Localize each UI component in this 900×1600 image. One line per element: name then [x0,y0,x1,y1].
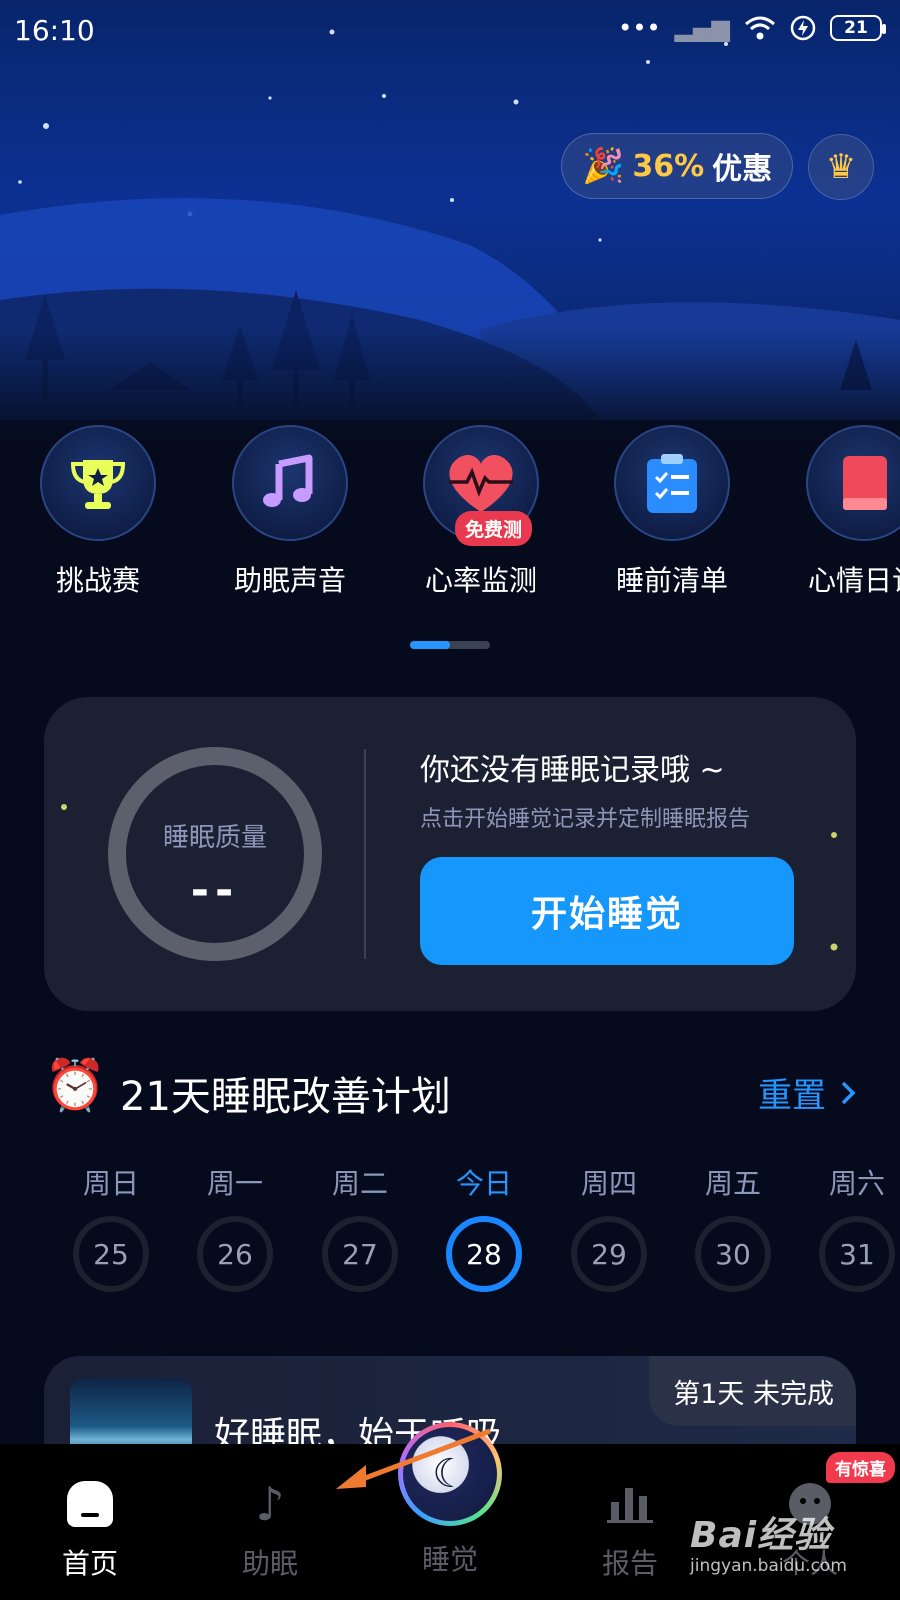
day-date-circle: 31 [819,1216,895,1292]
shortcut-label: 心情日记 [807,564,900,597]
hero-fade [0,330,900,440]
promo-percent: 36% [632,148,705,184]
alarm-clock-icon: ⏰ [44,1056,107,1114]
reset-label: 重置 [758,1076,826,1116]
surprise-badge: 有惊喜 [826,1452,895,1483]
day-date-circle: 30 [695,1216,771,1292]
status-time: 16:10 [14,14,95,47]
watermark-logo: Bai经验 [690,1515,832,1556]
day-item[interactable]: 周六 31 [807,1162,900,1292]
sleep-plan-header: ⏰ 21天睡眠改善计划 重置 [44,1052,856,1122]
nav-report[interactable]: 报告 [560,1474,700,1582]
more-dots-icon: ••• [618,14,661,42]
nav-label: 首页 [61,1547,118,1580]
shortcut-heart-rate[interactable]: 免费测 心率监测 [391,425,571,599]
day-name: 周二 [331,1167,388,1200]
nav-label: 报告 [601,1547,658,1580]
shortcut-label: 助眠声音 [233,564,346,597]
day-name: 周日 [82,1167,139,1200]
checklist-icon [647,454,697,513]
day-item[interactable]: 周五 30 [683,1162,783,1292]
sleep-quality-label: 睡眠质量 [162,823,267,853]
shortcut-icon-circle [614,425,730,541]
nav-label: 睡觉 [421,1543,478,1576]
shortcut-label: 挑战赛 [55,564,140,597]
sleep-quality-ring: 睡眠质量 -- [108,747,322,961]
free-test-badge: 免费测 [455,511,533,546]
home-icon [20,1474,160,1534]
wifi-icon [745,16,775,40]
page-indicator-active [410,641,450,649]
battery-indicator: 21 [830,15,886,41]
day-name: 周一 [206,1167,263,1200]
shortcut-sleep-sounds[interactable]: 助眠声音 [200,425,380,599]
trophy-icon [70,460,126,509]
shortcut-label: 睡前清单 [615,564,728,597]
charging-icon [790,15,816,41]
chevron-right-icon [841,1081,856,1104]
music-note-icon [263,454,313,507]
day-name: 今日 [455,1167,512,1200]
status-icons: ••• ▂▄▆ 21 [618,14,886,42]
app-screen: 16:10 ••• ▂▄▆ 21 🎉 36% 优惠 ♛ 挑战赛 助眠声音 免费测… [0,0,900,1600]
plan-title: 21天睡眠改善计划 [120,1074,451,1120]
day-date-circle: 26 [197,1216,273,1292]
bar-chart-icon [560,1474,700,1534]
shortcut-icon-circle [40,425,156,541]
orange-arrow-annotation [336,1428,491,1489]
lesson-status-badge: 第1天 未完成 [649,1356,856,1426]
reset-plan-link[interactable]: 重置 [758,1068,856,1117]
promo-discount-button[interactable]: 🎉 36% 优惠 [561,133,793,199]
promo-label: 优惠 [712,152,773,187]
hero-night-scene [0,0,900,440]
shortcut-icon-circle [806,425,900,541]
day-item[interactable]: 周一 26 [185,1162,285,1292]
no-record-subtitle: 点击开始睡觉记录并定制睡眠报告 [420,807,751,832]
shortcut-bedtime-checklist[interactable]: 睡前清单 [582,425,762,599]
shortcut-page-indicator [410,641,490,649]
signal-icon: ▂▄▆ [674,14,730,42]
shortcut-row: 挑战赛 助眠声音 免费测 心率监测 睡前清单 心情日 [0,425,900,605]
card-divider [364,749,366,959]
day-item[interactable]: 周二 27 [310,1162,410,1292]
baidu-jingyan-watermark: Bai经验 jingyan.baidu.com [690,1506,890,1576]
plan-day-strip: 周日 25 周一 26 周二 27 今日 28 周四 29 周五 30 周六 3… [40,1162,895,1292]
start-sleep-button[interactable]: 开始睡觉 [420,857,794,965]
nav-label: 助眠 [241,1547,298,1580]
party-popper-icon: 🎉 [582,146,625,186]
sleep-summary-card: 睡眠质量 -- 你还没有睡眠记录哦 ~ 点击开始睡觉记录并定制睡眠报告 开始睡觉 [44,697,856,1011]
day-date-circle: 25 [73,1216,149,1292]
status-bar: 16:10 ••• ▂▄▆ 21 [0,0,900,60]
music-note-icon: ♪ [255,1477,285,1531]
day-name: 周四 [580,1167,637,1200]
day-date-circle: 29 [571,1216,647,1292]
crown-icon: ♛ [825,147,857,187]
day-item[interactable]: 周四 29 [559,1162,659,1292]
diary-book-icon [843,456,887,510]
day-item[interactable]: 周日 25 [61,1162,161,1292]
day-date-circle: 28 [446,1216,522,1292]
watermark-url: jingyan.baidu.com [690,1556,847,1576]
shortcut-label: 心率监测 [424,564,537,597]
heart-rate-icon [449,454,513,512]
shortcut-challenge[interactable]: 挑战赛 [8,425,188,599]
shortcut-icon-circle: 免费测 [423,425,539,546]
day-name: 周六 [828,1167,885,1200]
nav-home[interactable]: 首页 [20,1474,160,1582]
no-record-title: 你还没有睡眠记录哦 ~ [420,753,725,788]
day-item-today[interactable]: 今日 28 [434,1162,534,1292]
shortcut-mood-diary[interactable]: 心情日记 [774,425,900,599]
sleep-quality-value: -- [190,865,240,916]
nav-sleep-aid[interactable]: ♪ 助眠 [200,1474,340,1582]
shortcut-icon-circle [232,425,348,541]
day-date-circle: 27 [322,1216,398,1292]
vip-crown-button[interactable]: ♛ [808,134,874,200]
battery-level: 21 [844,18,868,38]
day-name: 周五 [704,1167,761,1200]
